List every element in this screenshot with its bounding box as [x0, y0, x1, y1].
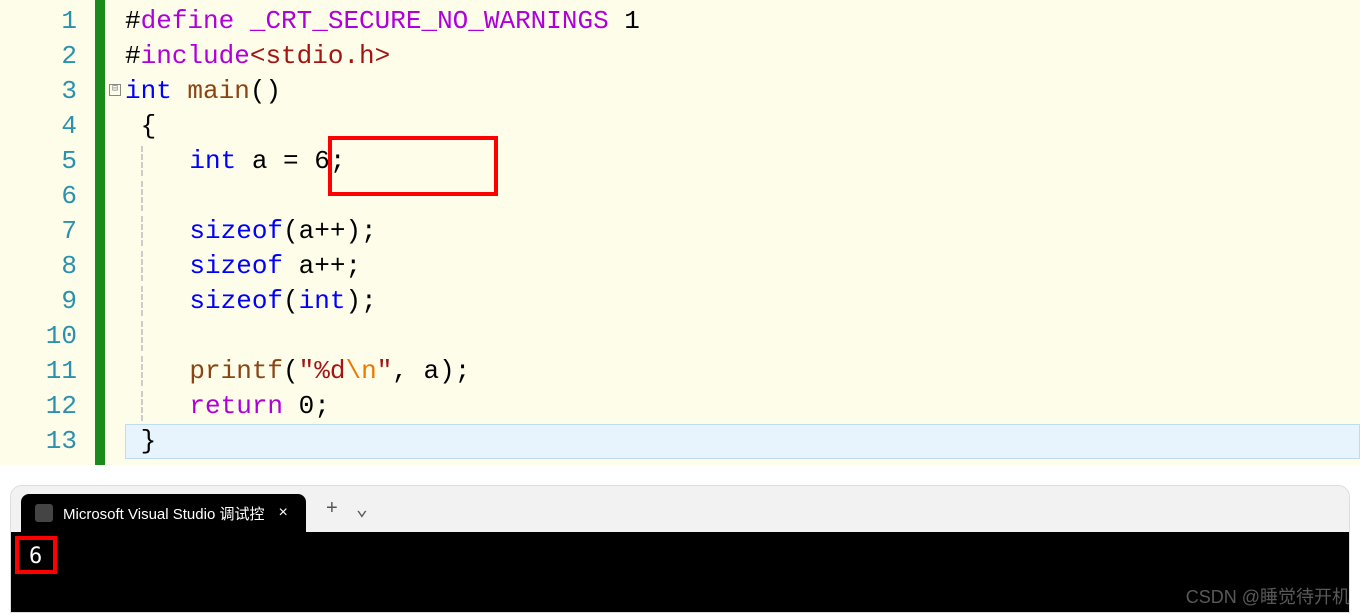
code-content[interactable]: #define _CRT_SECURE_NO_WARNINGS 1 #inclu…: [125, 0, 1360, 465]
change-margin: [95, 0, 105, 465]
code-line[interactable]: [125, 179, 1360, 214]
fold-toggle-icon[interactable]: ⊟: [109, 84, 121, 96]
line-number: 7: [0, 214, 77, 249]
line-number: 9: [0, 284, 77, 319]
tab-actions: + ⌄: [326, 496, 368, 522]
code-line[interactable]: int main(): [125, 74, 1360, 109]
terminal-tab[interactable]: Microsoft Visual Studio 调试控 ×: [21, 494, 306, 532]
line-number: 13: [0, 424, 77, 459]
line-number: 2: [0, 39, 77, 74]
line-number: 3: [0, 74, 77, 109]
terminal-tab-title: Microsoft Visual Studio 调试控: [63, 503, 264, 524]
code-line[interactable]: #define _CRT_SECURE_NO_WARNINGS 1: [125, 4, 1360, 39]
line-number: 10: [0, 319, 77, 354]
line-number: 11: [0, 354, 77, 389]
code-line[interactable]: sizeof(a++);: [125, 214, 1360, 249]
line-number: 5: [0, 144, 77, 179]
tab-dropdown-icon[interactable]: ⌄: [356, 496, 368, 522]
line-number-gutter: 1 2 3 4 5 6 7 8 9 10 11 12 13: [0, 0, 95, 465]
annotation-box: [15, 536, 57, 574]
code-line[interactable]: sizeof(int);: [125, 284, 1360, 319]
line-number: 6: [0, 179, 77, 214]
line-number: 1: [0, 4, 77, 39]
code-editor: 1 2 3 4 5 6 7 8 9 10 11 12 13 ⊟ #define …: [0, 0, 1360, 465]
code-line[interactable]: sizeof a++;: [125, 249, 1360, 284]
terminal-window: Microsoft Visual Studio 调试控 × + ⌄ 6: [10, 485, 1350, 613]
line-number: 8: [0, 249, 77, 284]
new-tab-button[interactable]: +: [326, 498, 338, 521]
code-line[interactable]: [125, 319, 1360, 354]
code-line[interactable]: {: [125, 109, 1360, 144]
line-number: 4: [0, 109, 77, 144]
code-line[interactable]: #include<stdio.h>: [125, 39, 1360, 74]
code-line[interactable]: return 0;: [125, 389, 1360, 424]
terminal-tab-icon: [35, 504, 53, 522]
line-number: 12: [0, 389, 77, 424]
terminal-tab-bar: Microsoft Visual Studio 调试控 × + ⌄: [11, 486, 1349, 532]
code-line[interactable]: printf("%d\n", a);: [125, 354, 1360, 389]
code-line[interactable]: int a = 6;: [125, 144, 1360, 179]
code-line-current[interactable]: }: [125, 424, 1360, 459]
terminal-output[interactable]: 6: [11, 532, 1349, 613]
fold-column[interactable]: ⊟: [105, 0, 125, 465]
close-icon[interactable]: ×: [274, 504, 291, 522]
